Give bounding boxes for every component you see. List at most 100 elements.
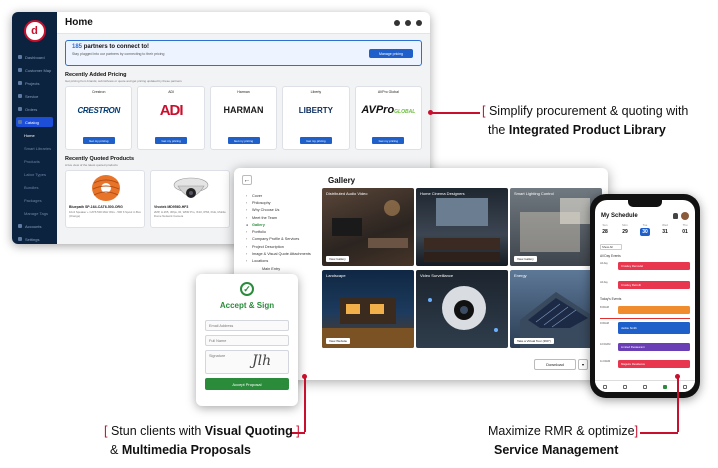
get-pricing-button[interactable]: Get my pricing xyxy=(155,137,188,144)
product-card[interactable]: Vivotek MD9560-HF3 2MP, H.265, 30fps, IR… xyxy=(150,170,230,228)
menu-item-meet-the-team[interactable]: › Meet the Team xyxy=(246,214,322,221)
calendar-tab-icon[interactable] xyxy=(663,384,667,389)
day-tue[interactable]: Tue 30 xyxy=(640,223,650,236)
get-pricing-button[interactable]: Get my pricing xyxy=(82,137,115,144)
accept-sign-title: Accept & Sign xyxy=(219,301,275,310)
current-time-line xyxy=(600,318,690,319)
download-button[interactable]: Download xyxy=(534,359,576,370)
event-block[interactable]: Crowley Retrofit xyxy=(618,281,690,289)
sidebar-item-customer-map[interactable]: Customer Map xyxy=(16,65,53,75)
product-desc: 2MP, H.265, 30fps, IR, WDR Pro, IK10, IP… xyxy=(154,210,226,218)
sidebar-item-products[interactable]: Products xyxy=(16,156,53,166)
chevron-down-icon[interactable]: ▾ xyxy=(578,359,588,370)
brand-card-crestron[interactable]: Crestron CRESTRON Get my pricing xyxy=(65,86,133,150)
sidebar-item-bundles[interactable]: Bundles xyxy=(16,182,53,192)
product-card[interactable]: Bluepath SP-164-CAT6-500-ORG 10x4 Speake… xyxy=(65,170,145,228)
sidebar-item-orders[interactable]: Orders xyxy=(16,104,53,114)
gallery-tile-energy[interactable]: Energy Take a Virtual Tour (360°) xyxy=(510,270,602,348)
sidebar-item-manage-tags[interactable]: Manage Tags xyxy=(16,208,53,218)
show-all-select[interactable]: Show All xyxy=(600,244,622,250)
brand-card-avpro[interactable]: AVPro Global AVProGLOBAL Get my pricing xyxy=(354,86,423,150)
full-name-field[interactable]: Full Name xyxy=(205,335,289,346)
bell-icon[interactable] xyxy=(673,213,678,219)
profile-tab-icon[interactable] xyxy=(683,384,687,389)
menu-item-philosophy[interactable]: › Philosophy xyxy=(246,199,322,206)
sidebar-item-accounts[interactable]: Accounts xyxy=(16,221,53,231)
event-block[interactable]: Maguire Residence xyxy=(618,360,690,368)
chat-icon[interactable] xyxy=(405,19,411,26)
sidebar-item-packages[interactable]: Packages xyxy=(16,195,53,205)
brand-card-harman[interactable]: Harman HARMAN Get my pricing xyxy=(209,86,278,150)
schedule-title: My Schedule xyxy=(601,213,638,219)
gallery-tile-home-cinema[interactable]: Home Cinema Designers xyxy=(416,188,508,266)
gallery-tile-audio-video[interactable]: Distributed Audio Video View Gallery xyxy=(322,188,414,266)
brand-card-liberty[interactable]: Liberty LIBERTY Get my pricing xyxy=(282,86,350,150)
chevron-right-icon: › xyxy=(246,200,248,205)
callout-service-management: Maximize RMR & optimize] Service Managem… xyxy=(488,424,639,457)
get-pricing-button[interactable]: Get my pricing xyxy=(372,137,405,144)
menu-item-image-visual-quote-attachments[interactable]: › Image & Visual Quote Attachments xyxy=(246,250,322,257)
tasks-tab-icon[interactable] xyxy=(643,384,647,389)
accept-proposal-button[interactable]: Accept Proposal xyxy=(205,378,289,390)
sidebar-item-service[interactable]: Service xyxy=(16,91,53,101)
app-logo[interactable]: d xyxy=(23,20,46,42)
view-gallery-button[interactable]: View Gallery xyxy=(514,256,537,262)
sidebar-item-home[interactable]: Home xyxy=(16,130,53,140)
menu-item-gallery[interactable]: ● Gallery xyxy=(246,221,322,228)
get-pricing-button[interactable]: Get my pricing xyxy=(299,137,332,144)
nav-icon xyxy=(18,237,22,241)
virtual-tour-button[interactable]: Take a Virtual Tour (360°) xyxy=(514,338,554,344)
email-field[interactable]: Email Address xyxy=(205,320,289,331)
menu-item-why-choose-us[interactable]: › Why Choose Us xyxy=(246,207,322,214)
gallery-tile-surveillance[interactable]: Video Surveillance xyxy=(416,270,508,348)
sidebar-item-dashboard[interactable]: Dashboard xyxy=(16,52,53,62)
back-arrow-icon[interactable]: ← xyxy=(242,175,252,185)
event-block[interactable]: Crowley Remodel xyxy=(618,262,690,270)
menu-item-project-description[interactable]: › Project Description xyxy=(246,243,322,250)
event-block[interactable]: Jackie Smith xyxy=(618,322,690,334)
sidebar-item-label: Packages xyxy=(24,197,42,203)
sidebar-item-smart-libraries[interactable]: Smart Libraries xyxy=(16,143,53,153)
view-website-button[interactable]: View Website xyxy=(326,338,351,344)
event-block[interactable]: Limited Restaurant xyxy=(618,343,690,351)
day-wed[interactable]: Wed 31 xyxy=(660,223,670,236)
signature-field[interactable]: Signature Jlh xyxy=(205,350,289,374)
menu-item-locations[interactable]: › Locations xyxy=(246,258,322,265)
callout-connector xyxy=(640,432,678,434)
settings-icon[interactable] xyxy=(416,19,422,26)
chevron-right-icon: › xyxy=(246,252,248,257)
cable-spool-image xyxy=(92,175,120,201)
brand-card-adi[interactable]: ADI ADI Get my pricing xyxy=(137,86,205,150)
home-tab-icon[interactable] xyxy=(603,384,607,389)
manage-pricing-button[interactable]: Manage pricing xyxy=(369,49,413,58)
view-gallery-button[interactable]: View Gallery xyxy=(326,256,349,262)
todays-events-heading: Today's Events xyxy=(600,297,622,301)
menu-item-company-profile-services[interactable]: › Company Profile & Services xyxy=(246,236,322,243)
liberty-logo: LIBERTY xyxy=(298,105,334,115)
gallery-tile-landscape[interactable]: Landscape View Website xyxy=(322,270,414,348)
gallery-tile-lighting[interactable]: Smart Lighting Control View Gallery xyxy=(510,188,602,266)
sidebar-item-labor-types[interactable]: Labor Types xyxy=(16,169,53,179)
day-sun[interactable]: Sun 28 xyxy=(600,223,610,236)
event-block[interactable] xyxy=(618,306,690,314)
proposal-sections-menu: › Cover › Philosophy › Why Choose Us › Meet the… xyxy=(246,192,322,272)
menu-item-portfolio[interactable]: › Portfolio xyxy=(246,228,322,235)
sidebar-item-projects[interactable]: Projects xyxy=(16,78,53,88)
nav-icon xyxy=(18,55,22,59)
help-icon[interactable] xyxy=(394,19,400,26)
product-desc: 10x4 Speaker + CAT6 500 MHz Wire - 500 f… xyxy=(69,210,141,218)
clock-tab-icon[interactable] xyxy=(623,384,627,389)
menu-item-main-entry[interactable]: Main Entry xyxy=(246,265,322,272)
avatar[interactable] xyxy=(681,212,689,220)
recently-quoted-title: Recently Quoted Products xyxy=(65,156,135,162)
day-mon[interactable]: Mon 29 xyxy=(620,223,630,236)
sidebar-item-catalog[interactable]: Catalog xyxy=(16,117,53,127)
get-pricing-button[interactable]: Get my pricing xyxy=(227,137,260,144)
sidebar-item-label: Bundles xyxy=(24,184,39,190)
sidebar-item-label: Manage Tags xyxy=(24,210,48,216)
day-thu[interactable]: Thu 01 xyxy=(680,223,690,236)
sidebar-item-label: Projects xyxy=(25,80,40,86)
sidebar-item-settings[interactable]: Settings xyxy=(16,234,53,244)
chevron-right-icon: › xyxy=(246,215,248,220)
menu-item-cover[interactable]: › Cover xyxy=(246,192,322,199)
